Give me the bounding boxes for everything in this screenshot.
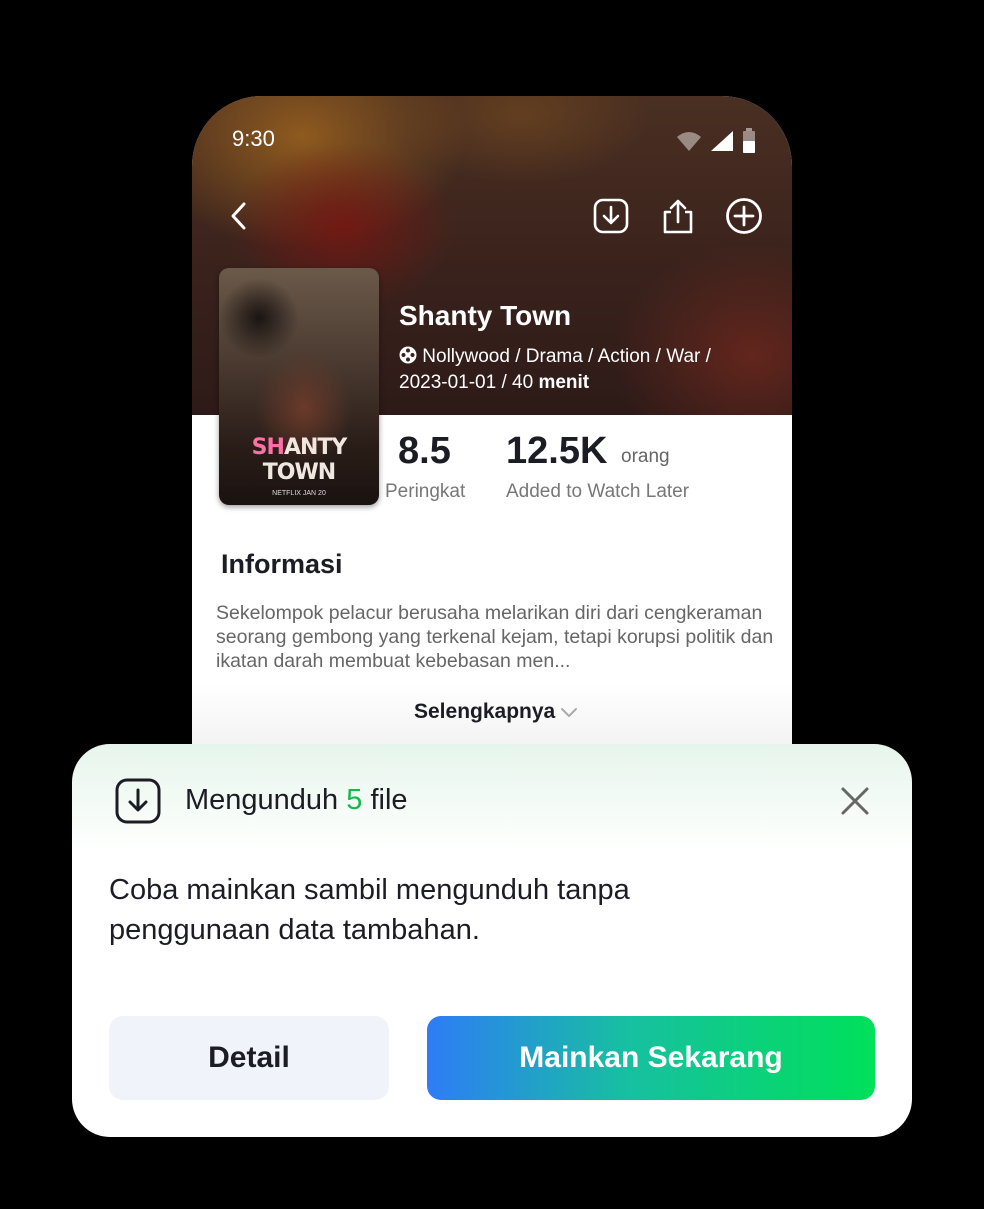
show-more-button[interactable]: Selengkapnya <box>414 700 579 724</box>
wifi-icon <box>677 132 701 151</box>
watch-later-count: 12.5K <box>506 430 608 472</box>
info-section-title: Informasi <box>221 549 343 579</box>
plus-circle-icon[interactable] <box>724 196 764 236</box>
movie-title: Shanty Town <box>399 300 572 331</box>
download-sheet-message: Coba mainkan sambil mengunduh tanpa peng… <box>109 874 630 946</box>
movie-genres: Nollywood / Drama / Action / War / <box>422 346 711 367</box>
film-reel-icon <box>399 346 417 364</box>
movie-duration-unit: menit <box>538 372 590 393</box>
download-bottom-sheet: Mengunduh 5 file Coba mainkan sambil men… <box>72 744 912 1137</box>
watch-later-label: Added to Watch Later <box>506 481 690 502</box>
share-icon[interactable] <box>658 196 698 236</box>
movie-description: Sekelompok pelacur berusaha melarikan di… <box>216 602 774 672</box>
movie-meta: Nollywood / Drama / Action / War / 2023-… <box>399 344 759 396</box>
show-more-label: Selengkapnya <box>414 700 556 723</box>
download-icon[interactable] <box>591 196 631 236</box>
status-time: 9:30 <box>232 126 275 151</box>
movie-date-duration: 2023-01-01 / 40 <box>399 372 539 393</box>
status-icons <box>676 128 756 154</box>
play-now-button[interactable]: Mainkan Sekarang <box>427 1016 875 1100</box>
download-icon <box>115 778 161 824</box>
rating-value: 8.5 <box>398 430 451 472</box>
download-status-title: Mengunduh 5 file <box>185 784 408 816</box>
chevron-down-icon <box>561 708 578 717</box>
close-icon[interactable] <box>838 784 872 818</box>
download-file-count: 5 <box>346 784 363 816</box>
watch-later-unit: orang <box>621 446 670 467</box>
poster-subtitle: NETFLIX JAN 20 <box>272 490 326 497</box>
battery-icon <box>743 128 755 153</box>
rating-label: Peringkat <box>385 481 466 502</box>
signal-icon <box>711 131 733 151</box>
poster-title: SHANTY TOWN <box>251 435 348 485</box>
detail-button[interactable]: Detail <box>109 1016 389 1100</box>
phone-screen: 9:30 SHANTY TOWN NETFLIX JAN 20 Shanty T… <box>192 96 792 756</box>
movie-poster[interactable]: SHANTY TOWN NETFLIX JAN 20 <box>219 268 379 505</box>
back-chevron-icon[interactable] <box>220 196 260 236</box>
